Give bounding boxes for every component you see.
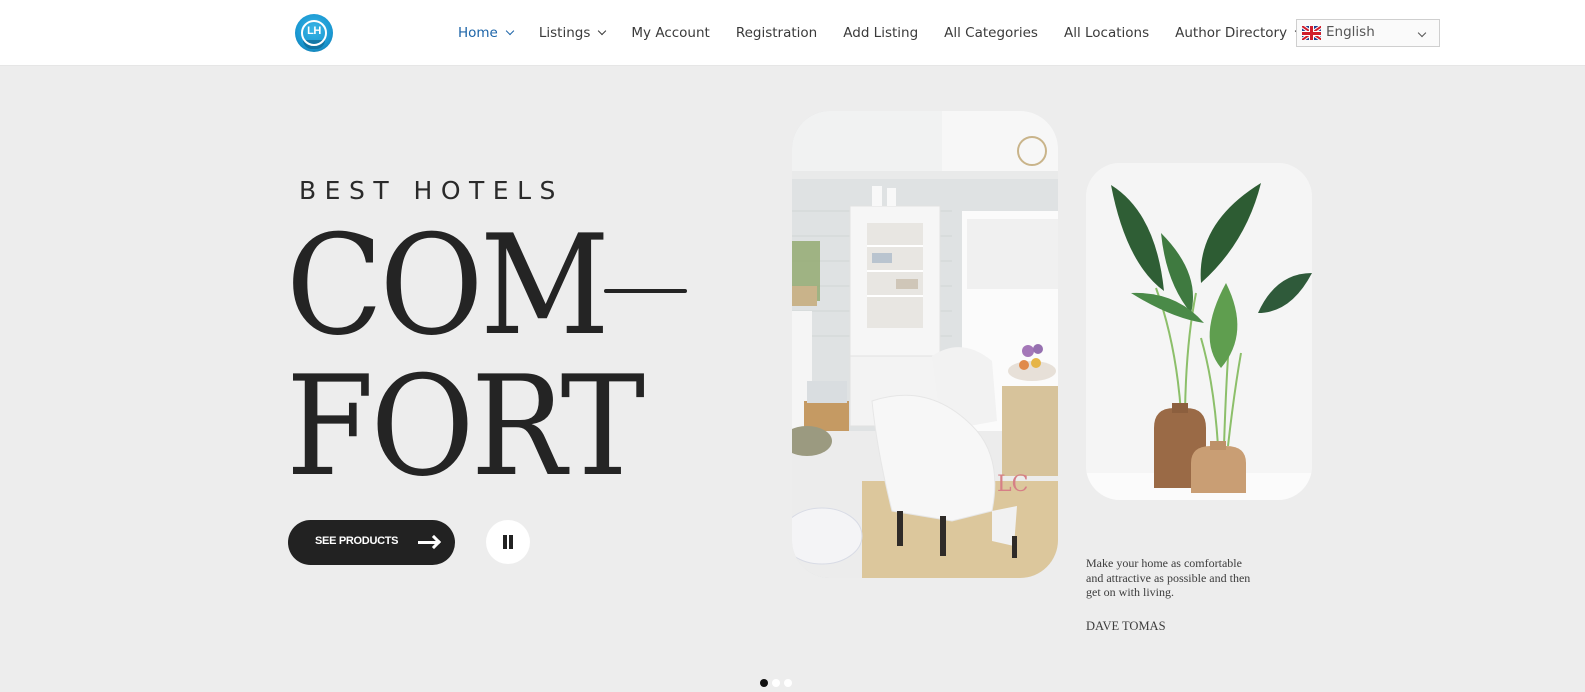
logo-text: LH — [307, 25, 321, 37]
hero-headline-line2: FORT — [286, 346, 645, 507]
site-header: LH Home Listings My Account Registration… — [0, 0, 1585, 66]
chevron-down-icon — [598, 26, 607, 36]
plant-image — [1086, 163, 1312, 500]
interior-illustration: LC — [792, 111, 1058, 578]
nav-label: All Categories — [944, 25, 1038, 41]
nav-item-listings[interactable]: Listings — [538, 25, 607, 41]
nav-item-add-listing[interactable]: Add Listing — [843, 25, 918, 41]
headline-dash — [604, 289, 687, 293]
nav-label: My Account — [631, 25, 710, 41]
site-logo[interactable]: LH — [295, 14, 333, 52]
nav-item-home[interactable]: Home — [458, 25, 515, 41]
slider-dot-3[interactable] — [784, 679, 792, 687]
chevron-down-icon — [1417, 28, 1427, 38]
pause-button[interactable] — [486, 520, 530, 564]
language-selector[interactable]: English — [1296, 19, 1440, 47]
nav-item-all-locations[interactable]: All Locations — [1064, 25, 1149, 41]
see-products-label: SEE PRODUCTS — [315, 535, 399, 547]
arrow-right-icon — [418, 541, 438, 544]
hero-eyebrow: BEST HOTELS — [299, 176, 564, 205]
slider-dots — [760, 679, 796, 687]
nav-item-registration[interactable]: Registration — [736, 25, 817, 41]
slider-dot-2[interactable] — [772, 679, 780, 687]
plant-illustration — [1086, 163, 1312, 500]
nav-item-my-account[interactable]: My Account — [631, 25, 709, 41]
nav-label: Listings — [538, 25, 591, 41]
see-products-button[interactable]: SEE PRODUCTS — [288, 520, 455, 565]
slider-dot-1[interactable] — [760, 679, 768, 687]
nav-label: Author Directory — [1175, 25, 1288, 41]
quote-author: DAVE TOMAS — [1086, 619, 1166, 633]
nav-label: Registration — [735, 25, 818, 41]
main-nav: Home Listings My Account Registration Ad… — [458, 0, 1366, 66]
chevron-down-icon — [505, 26, 515, 36]
nav-label: Add Listing — [843, 25, 919, 41]
interior-image: LC — [792, 111, 1058, 578]
nav-label: Home — [458, 25, 498, 41]
svg-text:LC: LC — [997, 472, 1028, 497]
nav-item-all-categories[interactable]: All Categories — [944, 25, 1038, 41]
uk-flag-icon — [1302, 26, 1321, 40]
language-label: English — [1326, 23, 1375, 40]
hero-quote: Make your home as comfortable and attrac… — [1086, 556, 1251, 599]
hero-headline-line1: COM — [286, 205, 610, 366]
nav-label: All Locations — [1063, 25, 1150, 41]
nav-item-author-directory[interactable]: Author Directory — [1175, 25, 1304, 41]
